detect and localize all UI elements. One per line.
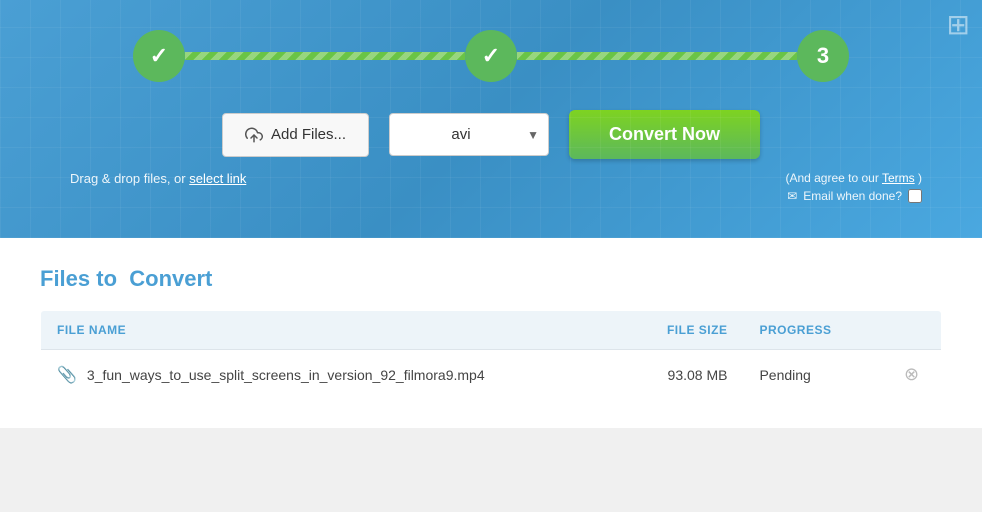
file-size-cell: 93.08 MB: [603, 350, 744, 400]
table-row: 📎 3_fun_ways_to_use_split_screens_in_ver…: [41, 350, 942, 400]
files-table: FILE NAME FILE SIZE PROGRESS 📎 3_fun_way…: [40, 310, 942, 400]
terms-link[interactable]: Terms: [882, 171, 915, 185]
right-info: (And agree to our Terms ) ✉ Email when d…: [785, 171, 922, 203]
step-3: 3: [797, 30, 849, 82]
banner: ⊞ ✓ ✓ 3 Add Files... avi mp4 mo: [0, 0, 982, 238]
main-content: Files to Convert FILE NAME FILE SIZE PRO…: [0, 238, 982, 428]
progress-cell: Pending: [743, 350, 884, 400]
format-select-wrapper: avi mp4 mov mkv wmv flv webm ▼: [389, 113, 549, 156]
paperclip-icon: 📎: [57, 365, 77, 385]
step-connector-2: [517, 52, 797, 60]
email-row: ✉ Email when done?: [785, 189, 922, 203]
remove-file-button[interactable]: ⊗: [900, 364, 923, 385]
agree-text: (And agree to our Terms ): [785, 171, 922, 185]
drag-drop-text: Drag & drop files, or select link: [60, 171, 246, 186]
remove-cell: ⊗: [884, 350, 941, 400]
section-title: Files to Convert: [40, 266, 942, 292]
select-link[interactable]: select link: [189, 171, 246, 186]
email-checkbox[interactable]: [908, 189, 922, 203]
step-connector-1: [185, 52, 465, 60]
convert-now-button[interactable]: Convert Now: [569, 110, 760, 159]
col-header-action: [884, 311, 941, 350]
controls-info: Drag & drop files, or select link (And a…: [60, 171, 922, 203]
table-header-row: FILE NAME FILE SIZE PROGRESS: [41, 311, 942, 350]
email-icon: ✉: [787, 189, 797, 203]
upload-icon: [245, 126, 263, 144]
col-header-filesize: FILE SIZE: [603, 311, 744, 350]
format-select[interactable]: avi mp4 mov mkv wmv flv webm: [389, 113, 549, 156]
col-header-progress: PROGRESS: [743, 311, 884, 350]
filename-text: 3_fun_ways_to_use_split_screens_in_versi…: [87, 367, 485, 383]
step-2: ✓: [465, 30, 517, 82]
add-files-button[interactable]: Add Files...: [222, 113, 369, 157]
file-name-cell: 📎 3_fun_ways_to_use_split_screens_in_ver…: [41, 350, 603, 400]
col-header-filename: FILE NAME: [41, 311, 603, 350]
step-1: ✓: [133, 30, 185, 82]
steps-container: ✓ ✓ 3: [60, 30, 922, 82]
controls-row: Add Files... avi mp4 mov mkv wmv flv web…: [60, 110, 922, 159]
corner-icon: ⊞: [947, 8, 970, 41]
